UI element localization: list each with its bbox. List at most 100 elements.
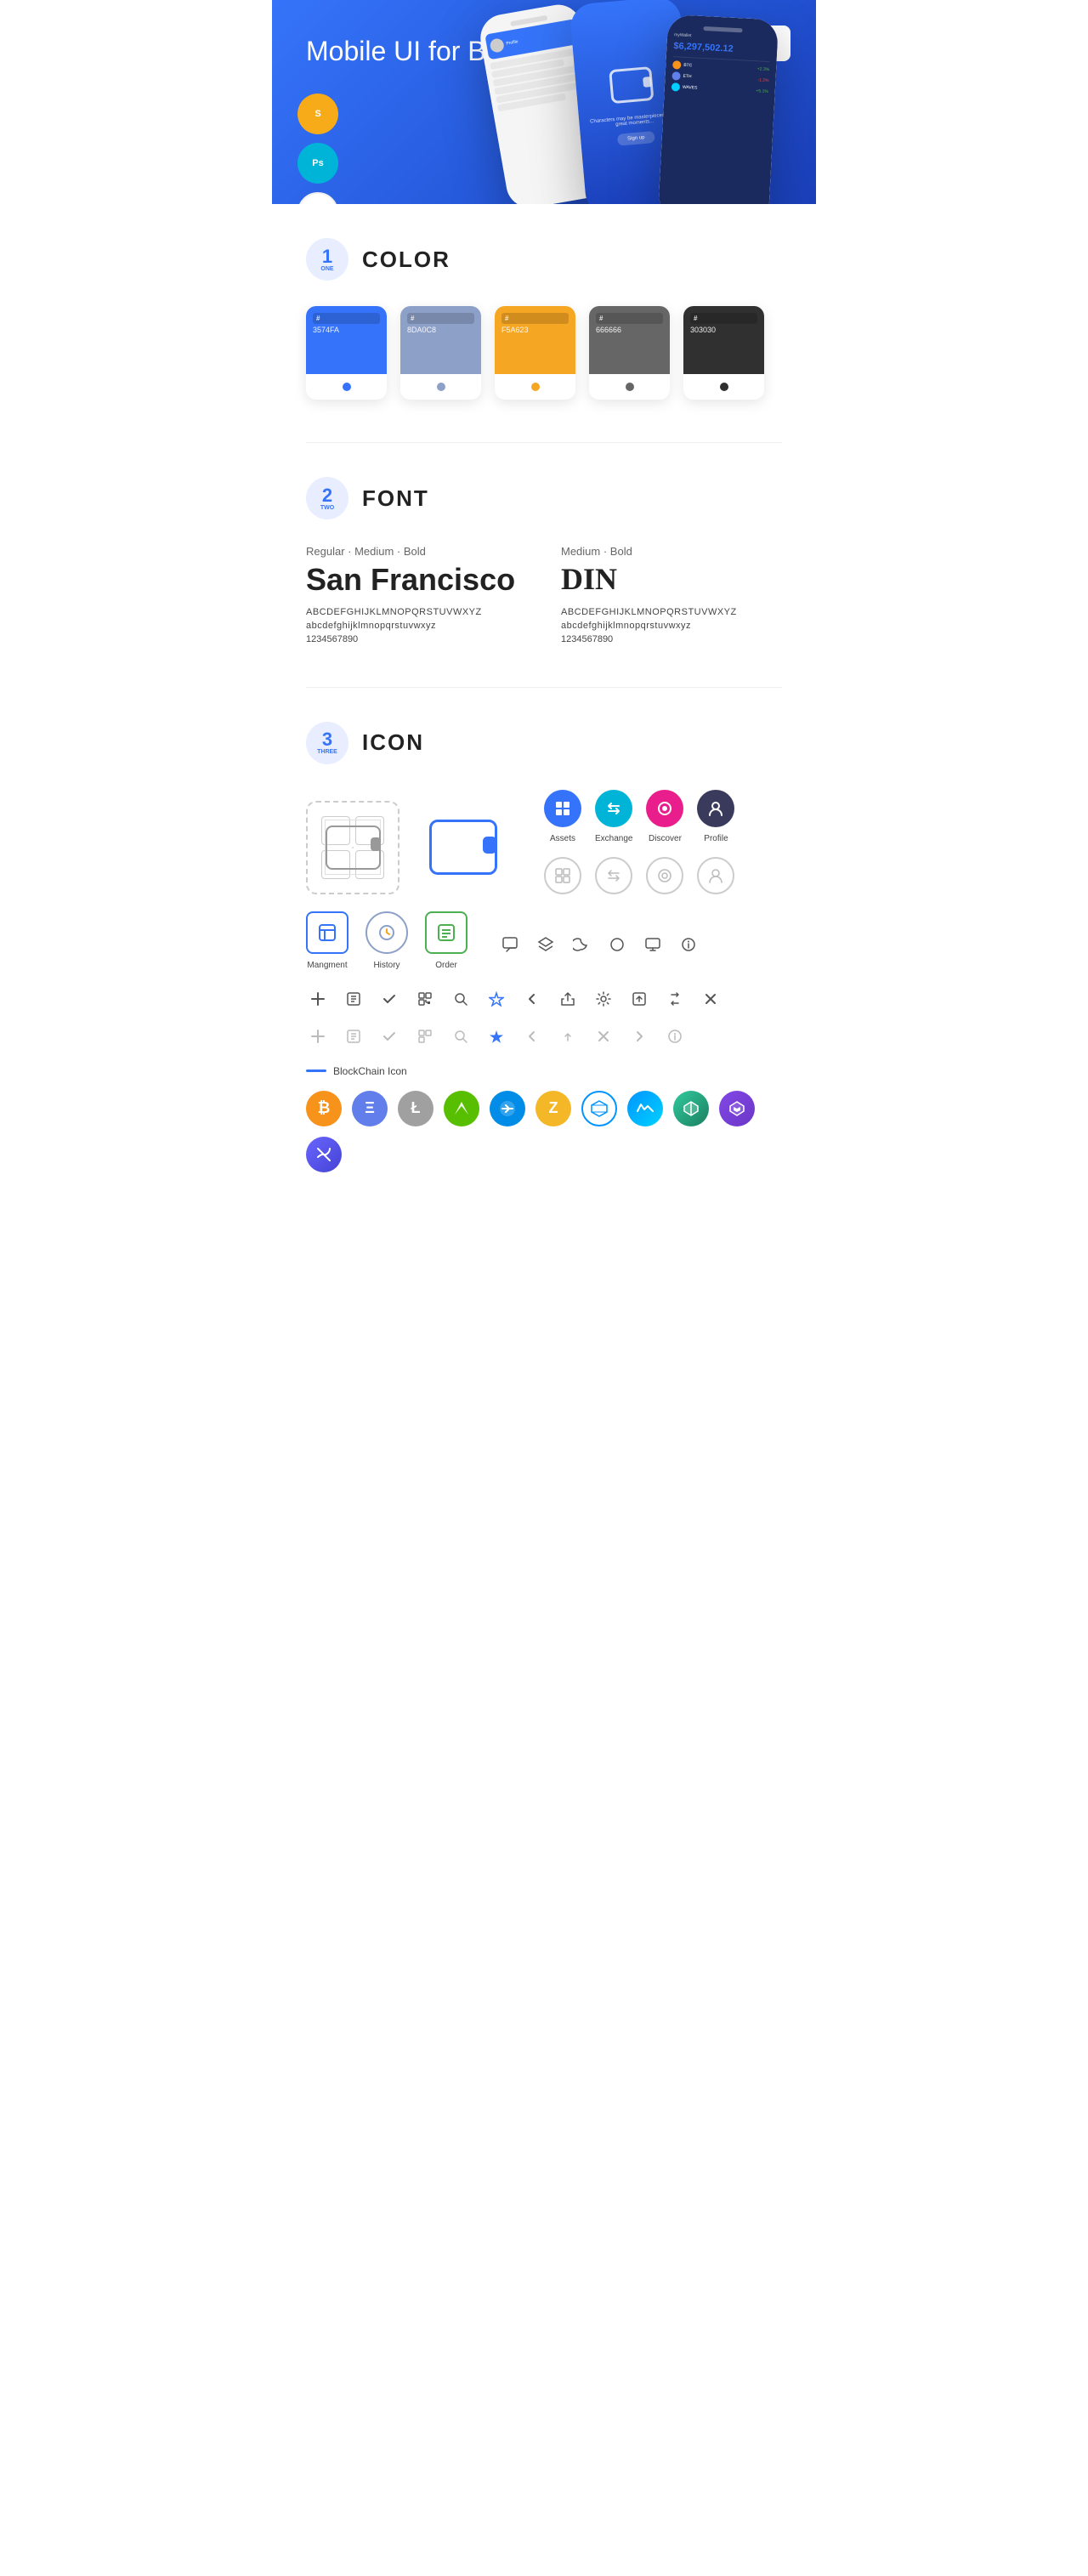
nav-icons-group: Assets Exchange Discover <box>544 790 734 894</box>
divider-2 <box>306 687 782 688</box>
sf-numbers: 1234567890 <box>306 634 527 644</box>
main-content: 1 ONE COLOR # 3574FA # 8DA0C8 <box>272 204 816 1249</box>
check-icon <box>377 987 401 1011</box>
message-icon <box>641 933 665 956</box>
misc-icons-group <box>498 933 700 970</box>
icon-assets-outline <box>544 857 581 894</box>
icon-discover: Discover <box>646 790 683 843</box>
font-number-word: TWO <box>320 505 334 511</box>
neo-icon <box>444 1091 479 1126</box>
profile-icon <box>697 790 734 827</box>
icon-section-number: 3 THREE <box>306 722 348 764</box>
assets-outline-icon <box>544 857 581 894</box>
color-number-word: ONE <box>320 266 333 272</box>
profile-label: Profile <box>704 834 728 843</box>
waves-icon <box>627 1091 663 1126</box>
nav-icons-row-2 <box>544 857 734 894</box>
wallet-icon-grid-placeholder <box>306 801 400 894</box>
icon-exchange: Exchange <box>595 790 632 843</box>
blockchain-text: BlockChain Icon <box>333 1065 407 1077</box>
discover-label: Discover <box>649 834 682 843</box>
exchange-label: Exchange <box>595 834 632 843</box>
din-style-label: Medium · Bold <box>561 545 782 558</box>
icon-number-word: THREE <box>317 749 337 755</box>
font-section-header: 2 TWO FONT <box>306 477 782 519</box>
mangment-icon <box>306 911 348 954</box>
icon-assets: Assets <box>544 790 581 843</box>
din-uppercase: ABCDEFGHIJKLMNOPQRSTUVWXYZ <box>561 607 782 617</box>
discover-outline-icon <box>646 857 683 894</box>
exchange-outline-icon <box>595 857 632 894</box>
search-icon <box>449 987 473 1011</box>
icon-profile: Profile <box>697 790 734 843</box>
color-swatch-orange: # F5A623 <box>495 306 575 400</box>
din-font-name: DIN <box>561 563 782 597</box>
screens-badge: 60+ Screens <box>298 192 338 204</box>
font-grid: Regular · Medium · Bold San Francisco AB… <box>306 545 782 644</box>
check-icon-gray <box>377 1024 401 1048</box>
crypto-icons-row: ₿ Ξ Ł Z <box>306 1091 782 1172</box>
wallet-icon-blue <box>429 820 497 875</box>
font-section: 2 TWO FONT Regular · Medium · Bold San F… <box>306 477 782 644</box>
assets-icon <box>544 790 581 827</box>
matic-icon <box>719 1091 755 1126</box>
din-numbers: 1234567890 <box>561 634 782 644</box>
history-label: History <box>373 961 400 970</box>
icon-history: History <box>366 911 408 970</box>
hero-badges: S Ps 60+ Screens <box>298 94 338 204</box>
info-icon <box>677 933 700 956</box>
chat-icon <box>498 933 522 956</box>
color-dot-dark-gray <box>626 383 634 391</box>
search-icon-gray <box>449 1024 473 1048</box>
discover-icon <box>646 790 683 827</box>
order-label: Order <box>435 961 457 970</box>
din-lowercase: abcdefghijklmnopqrstuvwxyz <box>561 621 782 631</box>
assets-label: Assets <box>550 834 575 843</box>
blockchain-label: BlockChain Icon <box>306 1065 782 1077</box>
icon-number-big: 3 <box>322 730 332 749</box>
font-title: FONT <box>362 485 429 512</box>
close-x-icon-gray <box>592 1024 615 1048</box>
moon-icon <box>570 933 593 956</box>
share-icon-gray <box>556 1024 580 1048</box>
color-swatches: # 3574FA # 8DA0C8 # F5A623 <box>306 306 782 400</box>
color-dot-orange <box>531 383 540 391</box>
color-dot-black <box>720 383 728 391</box>
layers-icon <box>534 933 558 956</box>
phone-mockup-3: myWallet $6,297,502.12 BTC +2.3% ETH -1.… <box>658 14 779 204</box>
color-swatch-black: # 303030 <box>683 306 764 400</box>
phones-area: Profile Characters may be masterpieces i… <box>476 9 816 204</box>
color-dot-blue <box>343 383 351 391</box>
sf-lowercase: abcdefghijklmnopqrstuvwxyz <box>306 621 527 631</box>
icon-profile-outline <box>697 857 734 894</box>
color-title: COLOR <box>362 247 450 273</box>
font-section-number: 2 TWO <box>306 477 348 519</box>
share-icon <box>556 987 580 1011</box>
hero-section: Mobile UI for Blockchain Wallet UI Kit S… <box>272 0 816 204</box>
divider-1 <box>306 442 782 443</box>
color-section-header: 1 ONE COLOR <box>306 238 782 281</box>
bitcoin-icon: ₿ <box>306 1091 342 1126</box>
mangment-label: Mangment <box>307 961 347 970</box>
dash-icon <box>490 1091 525 1126</box>
color-section-number: 1 ONE <box>306 238 348 281</box>
star-icon <box>484 987 508 1011</box>
blockchain-line <box>306 1070 326 1072</box>
list-icon-gray <box>342 1024 366 1048</box>
wallet-icons-row: Assets Exchange Discover <box>306 790 782 894</box>
zcash-icon: Z <box>536 1091 571 1126</box>
color-swatch-dark-gray: # 666666 <box>589 306 670 400</box>
icon-mangment: Mangment <box>306 911 348 970</box>
color-number-big: 1 <box>322 247 332 266</box>
font-din: Medium · Bold DIN ABCDEFGHIJKLMNOPQRSTUV… <box>561 545 782 644</box>
utility-icons-row-1 <box>306 987 782 1011</box>
color-swatch-gray-blue: # 8DA0C8 <box>400 306 481 400</box>
photoshop-badge: Ps <box>298 143 338 184</box>
misc-icons-row-1 <box>498 933 700 956</box>
plus-icon <box>306 987 330 1011</box>
font-san-francisco: Regular · Medium · Bold San Francisco AB… <box>306 545 527 644</box>
sketch-badge: S <box>298 94 338 134</box>
star-icon-filled <box>484 1024 508 1048</box>
arrow-right-icon-gray <box>627 1024 651 1048</box>
nav-icons-row-1: Assets Exchange Discover <box>544 790 734 843</box>
